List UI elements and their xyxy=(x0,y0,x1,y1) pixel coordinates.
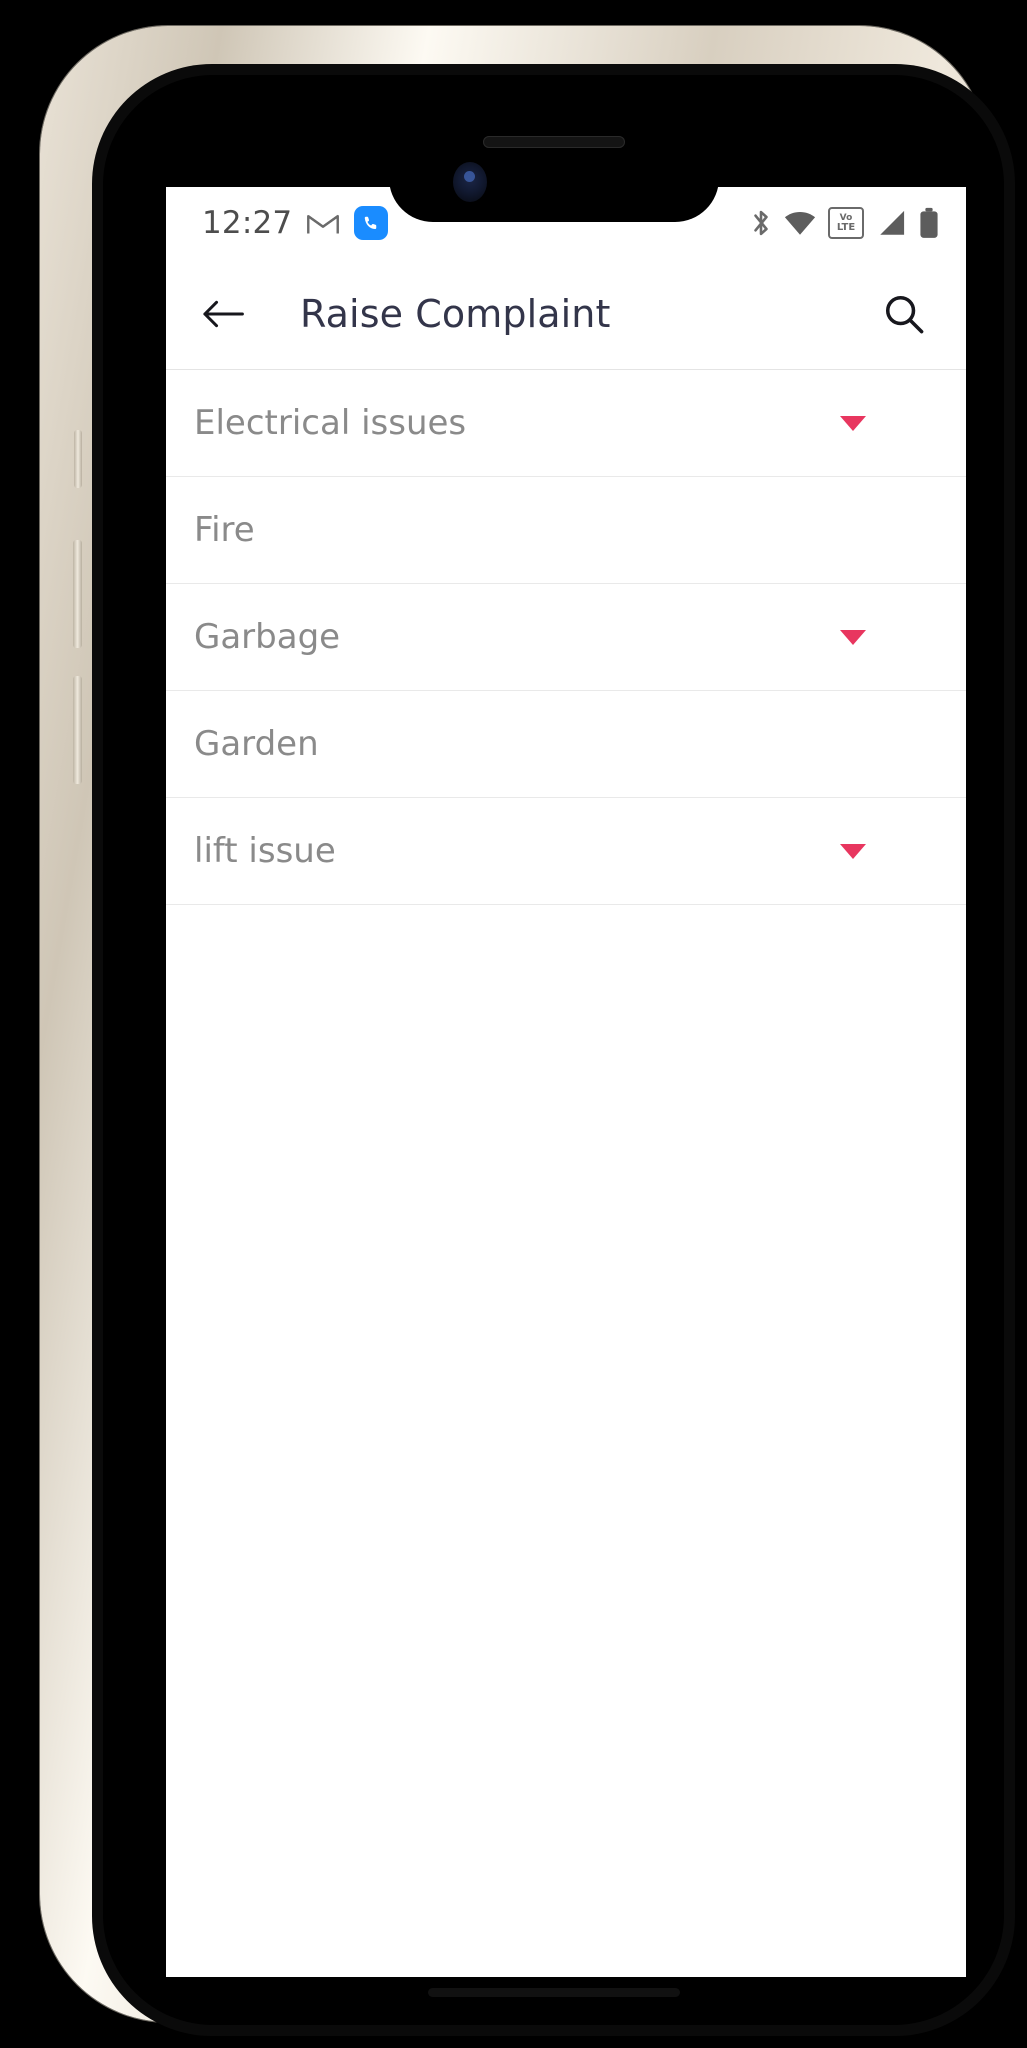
phone-frame: 12:27 Vo LTE Raise Complaint Electrical … xyxy=(40,26,1015,2036)
app-bar: Raise Complaint xyxy=(166,259,966,369)
app-viewport: 12:27 Vo LTE Raise Complaint Electrical … xyxy=(166,187,966,1977)
phone-icon xyxy=(354,206,389,240)
chevron-down-icon[interactable] xyxy=(840,415,866,431)
gmail-icon xyxy=(307,214,340,234)
list-item[interactable]: lift issue xyxy=(166,798,966,905)
status-bar-left: 12:27 xyxy=(202,187,389,259)
battery-icon xyxy=(920,207,938,238)
volume-down-button[interactable] xyxy=(73,676,82,784)
volte-icon: Vo LTE xyxy=(828,207,864,239)
list-item[interactable]: Garbage xyxy=(166,584,966,691)
search-icon xyxy=(885,295,924,334)
wifi-icon xyxy=(784,211,816,235)
list-item[interactable]: Fire xyxy=(166,477,966,584)
signal-icon xyxy=(880,210,905,235)
chevron-down-icon[interactable] xyxy=(840,843,866,859)
list-item-label: Garden xyxy=(194,724,319,764)
home-indicator[interactable] xyxy=(427,1988,680,1997)
status-bar-clock: 12:27 xyxy=(202,205,293,241)
silent-switch-button[interactable] xyxy=(74,430,82,488)
list-item-label: Fire xyxy=(194,510,255,550)
volume-up-button[interactable] xyxy=(73,540,82,648)
list-item[interactable]: Electrical issues xyxy=(166,370,966,477)
bluetooth-icon xyxy=(754,210,768,236)
notch xyxy=(388,124,719,222)
search-button[interactable] xyxy=(876,286,932,342)
list-item-label: Garbage xyxy=(194,617,341,657)
page-title: Raise Complaint xyxy=(300,292,611,336)
back-button[interactable] xyxy=(194,285,252,343)
complaint-category-list: Electrical issues Fire Garbage Garden li xyxy=(166,369,966,905)
chevron-down-icon[interactable] xyxy=(840,629,866,645)
list-item-label: lift issue xyxy=(194,831,336,871)
list-item[interactable]: Garden xyxy=(166,691,966,798)
phone-screen: 12:27 Vo LTE Raise Complaint Electrical … xyxy=(103,75,1004,2025)
list-item-label: Electrical issues xyxy=(194,403,467,443)
status-bar-right: Vo LTE xyxy=(750,187,940,259)
arrow-left-icon xyxy=(203,300,244,328)
front-camera xyxy=(452,162,487,202)
earpiece-speaker xyxy=(482,136,625,148)
